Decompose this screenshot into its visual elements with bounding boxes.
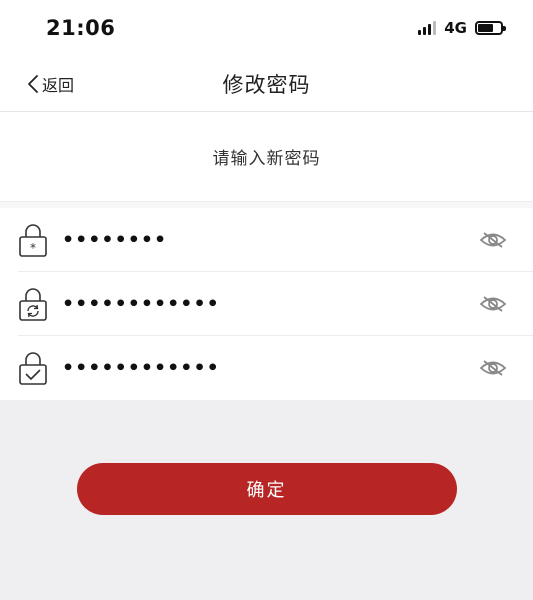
current-password-row: * [18, 208, 533, 272]
svg-text:*: * [30, 241, 36, 255]
prompt-area: 请输入新密码 [0, 112, 533, 202]
new-password-input[interactable] [62, 292, 479, 315]
back-button[interactable]: 返回 [26, 72, 74, 96]
battery-icon [475, 21, 506, 35]
signal-icon [418, 21, 437, 35]
confirm-button[interactable]: 确定 [76, 463, 457, 515]
lock-asterisk-icon: * [18, 222, 48, 258]
current-password-input[interactable] [62, 228, 479, 251]
eye-hidden-icon[interactable] [479, 230, 507, 250]
confirm-password-input[interactable] [62, 357, 479, 379]
chevron-left-icon [26, 74, 40, 94]
top-section: 21:06 4G 返回 修改密码 请输入新密码 [0, 0, 533, 202]
password-fields: * [0, 208, 533, 400]
eye-hidden-icon[interactable] [479, 358, 507, 378]
eye-hidden-icon[interactable] [479, 294, 507, 314]
page-title: 修改密码 [222, 72, 311, 97]
actions: 确定 [0, 400, 533, 515]
status-time: 21:06 [46, 16, 116, 40]
confirm-password-row [18, 336, 533, 400]
new-password-row [18, 272, 533, 336]
lock-check-icon [18, 350, 48, 386]
status-bar: 21:06 4G [0, 0, 533, 56]
network-type: 4G [444, 19, 467, 37]
lock-refresh-icon [18, 286, 48, 322]
status-indicators: 4G [418, 19, 506, 37]
prompt-text: 请输入新密码 [212, 149, 321, 169]
change-password-screen: 21:06 4G 返回 修改密码 请输入新密码 * •••••••• •••••… [0, 0, 533, 600]
back-label: 返回 [42, 75, 75, 95]
navigation-bar: 返回 修改密码 [0, 56, 533, 112]
